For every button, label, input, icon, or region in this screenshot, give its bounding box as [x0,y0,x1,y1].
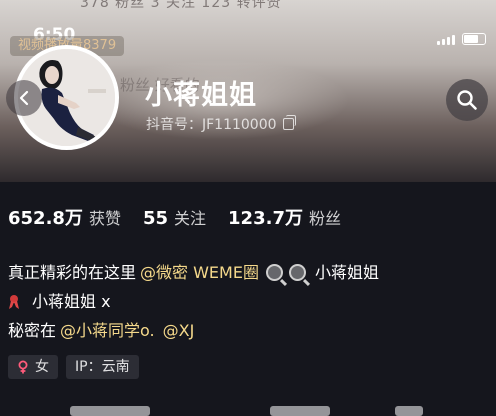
copy-icon[interactable] [282,115,296,130]
bio-line-2: 小蒋姐姐 x [8,287,488,316]
profile-bio: 真正精彩的在这里 @微密 WEME圈 小蒋姐姐 小蒋姐姐 x 秘密在 @小蒋同学… [8,258,488,345]
bio-text: 真正精彩的在这里 [8,263,137,282]
following-count[interactable]: 55 [143,208,168,229]
profile-tags: 女 IP：云南 [8,355,139,379]
likes-label[interactable]: 获赞 [89,205,121,229]
ribbon-icon [9,294,19,309]
following-label[interactable]: 关注 [174,205,206,229]
mention-link[interactable]: @XJ [163,316,195,345]
magnifier-icon [288,264,306,281]
ip-location-tag: IP：云南 [66,355,139,379]
mention-link[interactable]: @微密 WEME圈 [140,258,259,287]
followers-label[interactable]: 粉丝 [309,205,341,229]
gender-tag: 女 [8,355,58,379]
chevron-left-icon [19,90,29,106]
bio-text: 秘密在 [8,321,57,340]
ip-location-label: IP：云南 [75,359,130,375]
profile-name: 小蒋姐姐 [145,80,257,111]
mention-link[interactable]: @小蒋同学o. [60,316,155,345]
followers-count[interactable]: 123.7万 [228,204,303,230]
signal-icon [437,35,455,45]
faint-background-stats: 378 粉丝 3 关注 123 转评赞 [80,0,282,11]
cut-off-tab-row [0,398,496,416]
douyin-id: 抖音号：JF1110000 [146,117,277,133]
bio-text: 小蒋姐姐 x [32,292,111,311]
bio-line-3: 秘密在 @小蒋同学o. @XJ [8,316,488,345]
bio-text: 小蒋姐姐 [314,263,379,282]
back-button[interactable] [6,80,42,116]
douyin-id-row[interactable]: 抖音号：JF1110000 [146,114,296,134]
profile-header: 378 粉丝 3 关注 123 转评赞 粉丝 好看的 6:50 视频播放量837… [0,0,496,182]
search-button[interactable] [446,79,488,121]
magnifier-icon [265,264,283,281]
profile-stats: 652.8万 获赞 55 关注 123.7万 粉丝 [8,204,363,230]
gender-label: 女 [35,359,49,375]
female-icon [18,360,28,374]
battery-icon [462,33,486,45]
bio-line-1: 真正精彩的在这里 @微密 WEME圈 小蒋姐姐 [8,258,488,287]
likes-count[interactable]: 652.8万 [8,204,83,230]
search-icon [457,90,477,110]
status-indicators [437,33,486,45]
